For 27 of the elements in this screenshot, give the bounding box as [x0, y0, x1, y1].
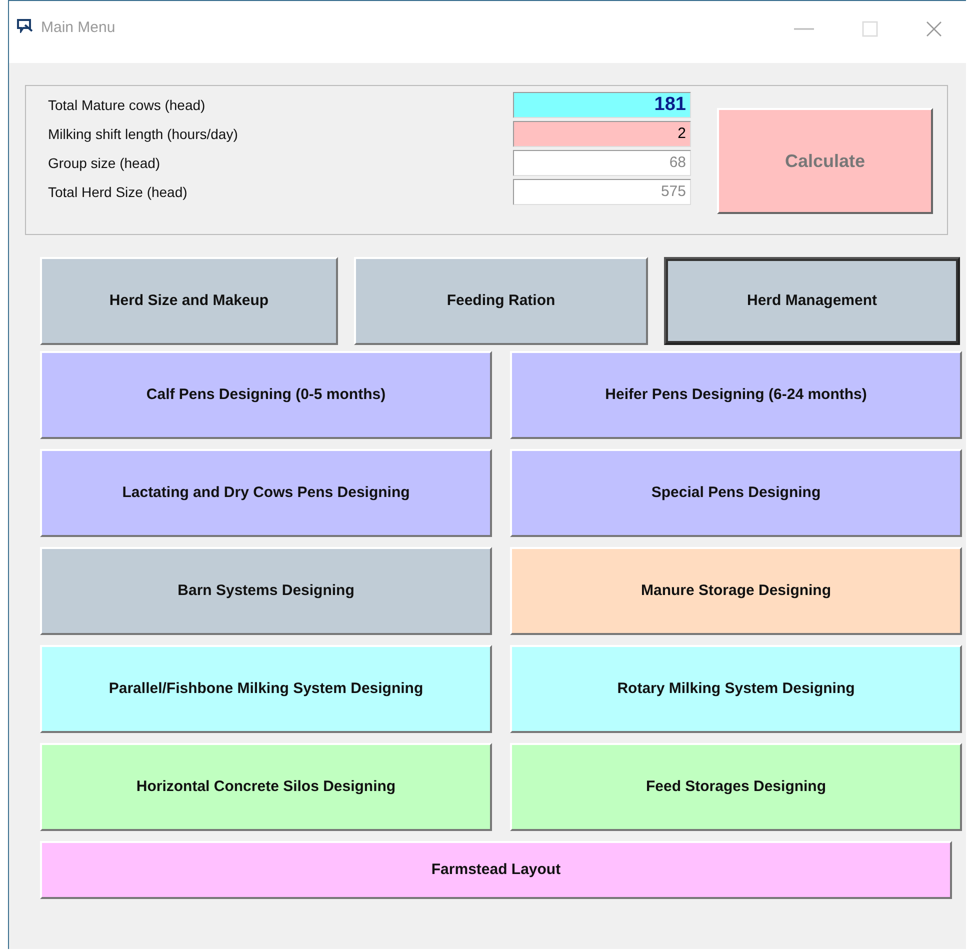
menu-button[interactable]: Parallel/Fishbone Milking System Designing [40, 645, 492, 733]
maximize-icon[interactable] [862, 21, 878, 37]
input-field[interactable]: 2 [513, 121, 691, 147]
menu-button[interactable]: Horizontal Concrete Silos Designing [40, 743, 492, 831]
window-title: Main Menu [41, 19, 116, 36]
window-icon [17, 19, 35, 33]
menu-button[interactable]: Feed Storages Designing [510, 743, 962, 831]
menu-button[interactable]: Calf Pens Designing (0-5 months) [40, 351, 492, 439]
menu-button[interactable]: Heifer Pens Designing (6-24 months) [510, 351, 962, 439]
menu-button[interactable]: Farmstead Layout [40, 841, 952, 899]
menu-button[interactable]: Herd Size and Makeup [40, 257, 338, 345]
field-label: Total Mature cows (head) [48, 97, 206, 113]
menu-button[interactable]: Manure Storage Designing [510, 547, 962, 635]
menu-button[interactable]: Feeding Ration [354, 257, 648, 345]
close-icon[interactable] [926, 21, 942, 37]
input-field[interactable]: 575 [513, 179, 691, 205]
minimize-icon[interactable] [794, 27, 814, 31]
menu-button[interactable]: Special Pens Designing [510, 449, 962, 537]
field-label: Milking shift length (hours/day) [48, 126, 239, 142]
menu-button[interactable]: Herd Management [664, 257, 960, 345]
field-label: Total Herd Size (head) [48, 184, 188, 200]
menu-button[interactable]: Lactating and Dry Cows Pens Designing [40, 449, 492, 537]
input-field[interactable]: 68 [513, 150, 691, 176]
field-label: Group size (head) [48, 155, 162, 171]
menu-button[interactable]: Rotary Milking System Designing [510, 645, 962, 733]
input-field[interactable]: 181 [513, 92, 691, 118]
menu-button[interactable]: Barn Systems Designing [40, 547, 492, 635]
